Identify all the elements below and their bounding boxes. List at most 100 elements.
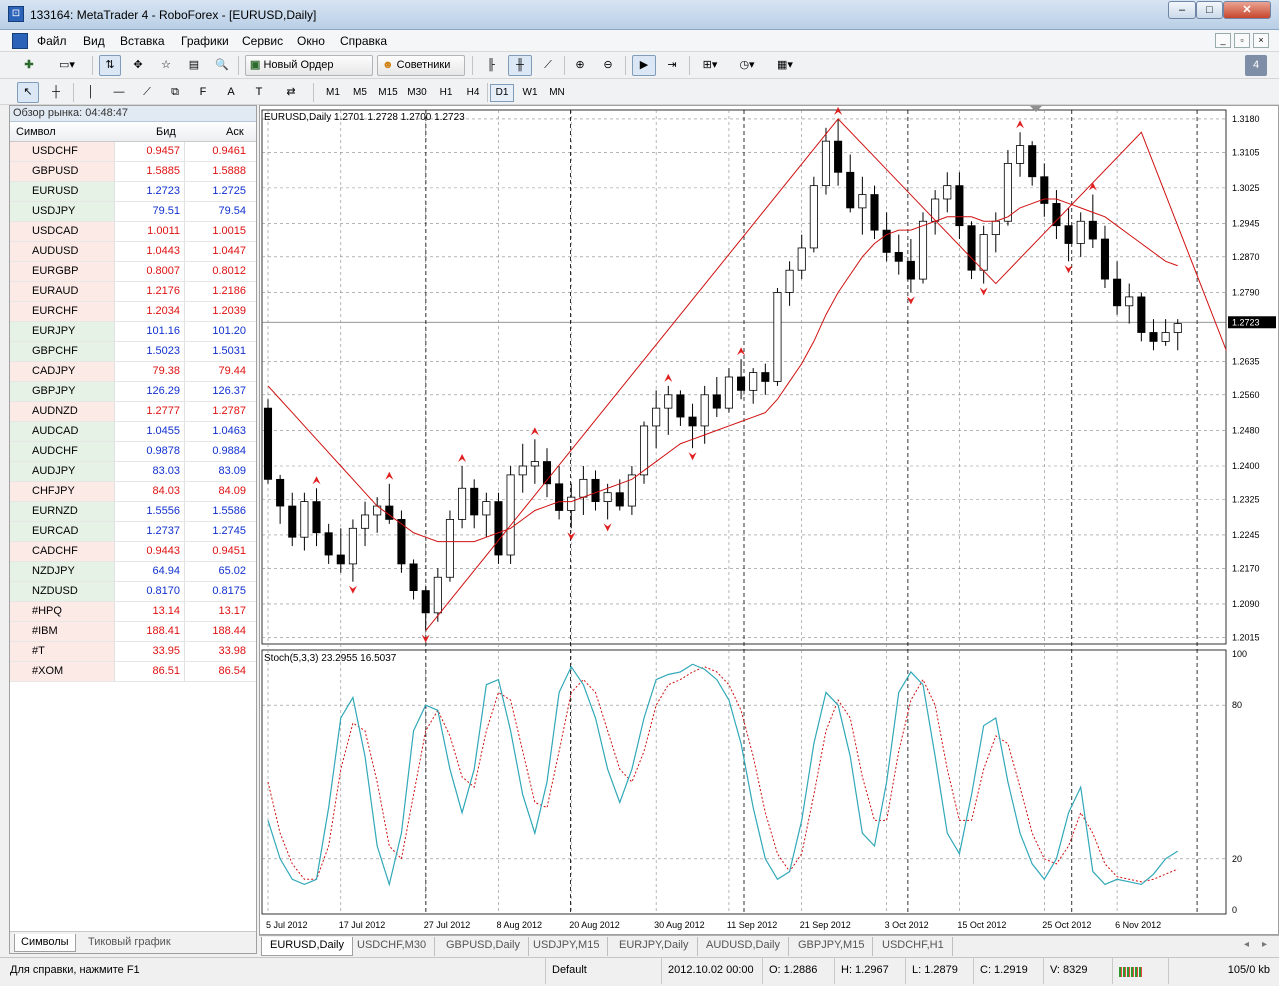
- table-row[interactable]: ⬇GBPUSD1.58851.5888: [10, 162, 256, 182]
- table-row[interactable]: ⬇USDCAD1.00111.0015: [10, 222, 256, 242]
- column-symbol[interactable]: Символ: [16, 126, 56, 138]
- menu-file[interactable]: Файл: [37, 34, 67, 48]
- table-row[interactable]: ⬇USDCHF0.94570.9461: [10, 142, 256, 162]
- terminal-icon[interactable]: ▤: [183, 55, 205, 76]
- menu-window[interactable]: Окно: [297, 34, 325, 48]
- period-h4[interactable]: H4: [461, 84, 485, 102]
- table-row[interactable]: ⬆EURUSD1.27231.2725: [10, 182, 256, 202]
- period-mn[interactable]: MN: [545, 84, 569, 102]
- period-h1[interactable]: H1: [434, 84, 458, 102]
- table-row[interactable]: ⬇CADJPY79.3879.44: [10, 362, 256, 382]
- new-chart-icon[interactable]: ✚: [17, 55, 41, 76]
- menu-tools[interactable]: Сервис: [242, 34, 283, 48]
- period-m15[interactable]: M15: [376, 84, 400, 102]
- tab-scroll-left-icon[interactable]: ◂: [1244, 939, 1249, 950]
- chart-tab-3[interactable]: USDJPY,M15: [525, 937, 609, 956]
- candle-body: [458, 487, 467, 520]
- chart-tab-7[interactable]: USDCHF,H1: [874, 937, 953, 956]
- period-d1[interactable]: D1: [490, 84, 514, 102]
- profiles-icon[interactable]: ▭▾: [54, 55, 80, 76]
- column-bid[interactable]: Бид: [156, 126, 176, 138]
- table-row[interactable]: ⬇AUDUSD1.04431.0447: [10, 242, 256, 262]
- text-label-icon[interactable]: T: [248, 82, 270, 103]
- table-row[interactable]: ⬆USDJPY79.5179.54: [10, 202, 256, 222]
- menu-help[interactable]: Справка: [340, 34, 387, 48]
- table-row[interactable]: ⬆NZDJPY64.9465.02: [10, 562, 256, 582]
- column-ask[interactable]: Аск: [226, 126, 244, 138]
- text-icon[interactable]: A: [220, 82, 242, 103]
- period-m1[interactable]: M1: [321, 84, 345, 102]
- chart-shift-icon[interactable]: ⇥: [661, 55, 683, 76]
- tab-tick-chart[interactable]: Тиковый график: [82, 934, 177, 952]
- candle-body: [918, 220, 928, 280]
- horizontal-line-icon[interactable]: —: [108, 82, 130, 103]
- table-row[interactable]: ⬆AUDCHF0.98780.9884: [10, 442, 256, 462]
- period-m5[interactable]: M5: [348, 84, 372, 102]
- table-row[interactable]: ⬇EURAUD1.21761.2186: [10, 282, 256, 302]
- tab-symbols[interactable]: Символы: [14, 934, 76, 952]
- period-w1[interactable]: W1: [518, 84, 542, 102]
- table-row[interactable]: ⬇#XOM86.5186.54: [10, 662, 256, 682]
- zoom-out-icon[interactable]: ⊖: [597, 55, 619, 76]
- indicators-icon[interactable]: ⊞▾: [695, 55, 725, 76]
- table-row[interactable]: ⬆EURCAD1.27371.2745: [10, 522, 256, 542]
- table-row[interactable]: ⬇#HPQ13.1413.17: [10, 602, 256, 622]
- table-row[interactable]: ⬆AUDJPY83.0383.09: [10, 462, 256, 482]
- table-row[interactable]: ⬇CHFJPY84.0384.09: [10, 482, 256, 502]
- maximize-button[interactable]: □: [1196, 1, 1223, 19]
- chart-tab-0[interactable]: EURUSD,Daily: [261, 937, 353, 956]
- table-row[interactable]: ⬆AUDCAD1.04551.0463: [10, 422, 256, 442]
- data-window-icon[interactable]: ☆: [155, 55, 177, 76]
- chart-canvas[interactable]: 1.3180 1.3105 1.3025 1.2945 1.2870 1.2790 1.26…: [260, 106, 1278, 934]
- table-row[interactable]: ⬇EURCHF1.20341.2039: [10, 302, 256, 322]
- fibonacci-icon[interactable]: F: [192, 82, 214, 103]
- chart-tab-2[interactable]: GBPUSD,Daily: [438, 937, 529, 956]
- line-chart-icon[interactable]: ⟋: [537, 55, 559, 76]
- chart-tab-1[interactable]: USDCHF,M30: [349, 937, 436, 956]
- table-row[interactable]: ⬇#IBM188.41188.44: [10, 622, 256, 642]
- menu-charts[interactable]: Графики: [181, 34, 229, 48]
- close-button[interactable]: ✕: [1223, 1, 1271, 19]
- candle-body: [858, 194, 867, 209]
- bar-chart-icon[interactable]: ╟: [480, 55, 502, 76]
- arrows-icon[interactable]: ⇄: [276, 82, 306, 103]
- table-row[interactable]: ⬇#T33.9533.98: [10, 642, 256, 662]
- market-watch-icon[interactable]: ⇅: [99, 55, 121, 76]
- zoom-in-icon[interactable]: ⊕: [569, 55, 591, 76]
- menu-view[interactable]: Вид: [83, 34, 105, 48]
- period-m30[interactable]: M30: [405, 84, 429, 102]
- mdi-close-button[interactable]: ×: [1253, 33, 1269, 48]
- trendline-icon[interactable]: ⟋: [136, 82, 158, 103]
- table-row[interactable]: ⬇CADCHF0.94430.9451: [10, 542, 256, 562]
- mailbox-icon[interactable]: 4: [1245, 55, 1267, 76]
- crosshair-icon[interactable]: ┼: [45, 82, 67, 103]
- chart-tab-5[interactable]: AUDUSD,Daily: [698, 937, 789, 956]
- child-window-icon[interactable]: [12, 33, 28, 49]
- candle-chart-icon[interactable]: ╫: [508, 55, 532, 76]
- strategy-tester-icon[interactable]: 🔍: [211, 55, 233, 76]
- templates-icon[interactable]: ▦▾: [769, 55, 801, 76]
- autoscroll-icon[interactable]: ▶: [632, 55, 656, 76]
- chart-tab-6[interactable]: GBPJPY,M15: [790, 937, 874, 956]
- chart-tab-4[interactable]: EURJPY,Daily: [611, 937, 698, 956]
- menu-insert[interactable]: Вставка: [120, 34, 165, 48]
- table-row[interactable]: ⬆EURNZD1.55561.5586: [10, 502, 256, 522]
- mdi-restore-button[interactable]: ▫: [1234, 33, 1250, 48]
- table-row[interactable]: ⬆GBPJPY126.29126.37: [10, 382, 256, 402]
- table-row[interactable]: ⬆GBPCHF1.50231.5031: [10, 342, 256, 362]
- minimize-button[interactable]: –: [1168, 1, 1196, 19]
- cursor-icon[interactable]: ↖: [17, 82, 39, 103]
- vertical-line-icon[interactable]: │: [80, 82, 102, 103]
- experts-button[interactable]: ☻ Советники: [377, 55, 465, 76]
- table-row[interactable]: ⬇EURGBP0.80070.8012: [10, 262, 256, 282]
- new-order-button[interactable]: ▣ Новый Ордер: [245, 55, 373, 76]
- table-row[interactable]: ⬆EURJPY101.16101.20: [10, 322, 256, 342]
- table-row[interactable]: ⬆NZDUSD0.81700.8175: [10, 582, 256, 602]
- channel-icon[interactable]: ⧉: [164, 82, 186, 103]
- chart-window[interactable]: 1.3180 1.3105 1.3025 1.2945 1.2870 1.2790 1.26…: [259, 105, 1279, 935]
- navigator-icon[interactable]: ✥: [127, 55, 149, 76]
- periods-icon[interactable]: ◷▾: [731, 55, 763, 76]
- table-row[interactable]: ⬇AUDNZD1.27771.2787: [10, 402, 256, 422]
- tab-scroll-right-icon[interactable]: ▸: [1262, 939, 1267, 950]
- mdi-minimize-button[interactable]: _: [1215, 33, 1231, 48]
